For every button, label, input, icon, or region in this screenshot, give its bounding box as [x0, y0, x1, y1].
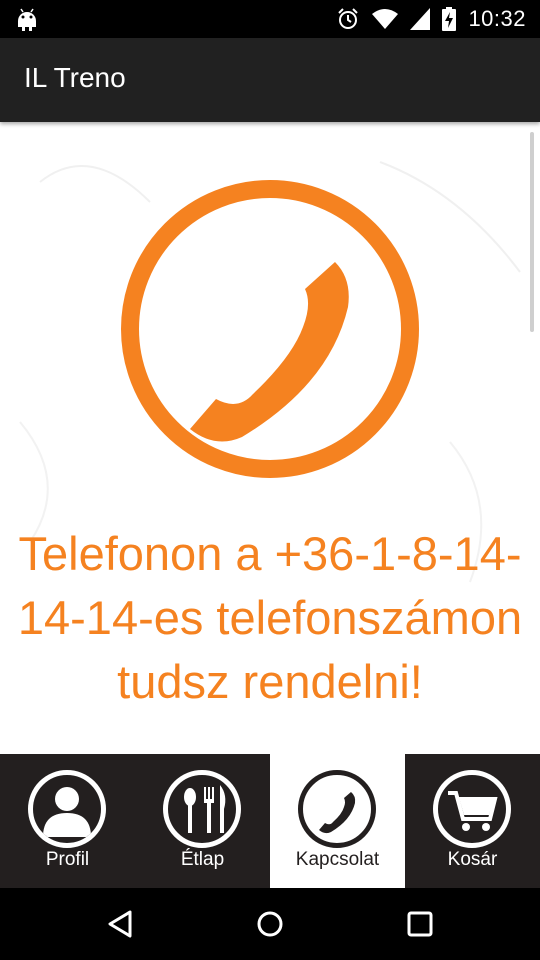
- alarm-icon: [338, 8, 359, 29]
- cutlery-icon: [163, 770, 241, 848]
- status-time: 10:32: [468, 6, 526, 31]
- tab-profil[interactable]: Profil: [0, 754, 135, 888]
- android-icon: [18, 8, 36, 31]
- wifi-icon: [372, 9, 399, 29]
- shopping-cart-icon: [433, 770, 511, 848]
- phone-icon: [298, 770, 376, 848]
- status-bar: 10:32: [0, 0, 540, 38]
- scrollbar[interactable]: [530, 132, 534, 332]
- system-navigation-bar: [0, 888, 540, 960]
- tab-label: Kosár: [447, 849, 498, 870]
- contact-content[interactable]: Telefonon a +36-1-8-14-14-14-es telefons…: [0, 122, 540, 754]
- phone-handset-icon: [121, 180, 419, 478]
- back-icon[interactable]: [100, 904, 140, 944]
- contact-message: Telefonon a +36-1-8-14-14-14-es telefons…: [17, 527, 523, 708]
- tab-label: Étlap: [180, 849, 225, 870]
- app-title: IL Treno: [24, 62, 126, 93]
- tab-label: Kapcsolat: [295, 849, 380, 870]
- tab-label: Profil: [45, 849, 90, 870]
- tab-etlap[interactable]: Étlap: [135, 754, 270, 888]
- recents-icon[interactable]: [400, 904, 440, 944]
- signal-icon: [410, 8, 431, 30]
- tab-kapcsolat[interactable]: Kapcsolat: [270, 754, 405, 888]
- app-bar: IL Treno: [0, 38, 540, 122]
- battery-charging-icon: [442, 7, 457, 31]
- bottom-navigation: Profil Étlap Kapcsolat Kosár: [0, 754, 540, 888]
- tab-kosar[interactable]: Kosár: [405, 754, 540, 888]
- home-icon[interactable]: [250, 904, 290, 944]
- person-icon: [28, 770, 106, 848]
